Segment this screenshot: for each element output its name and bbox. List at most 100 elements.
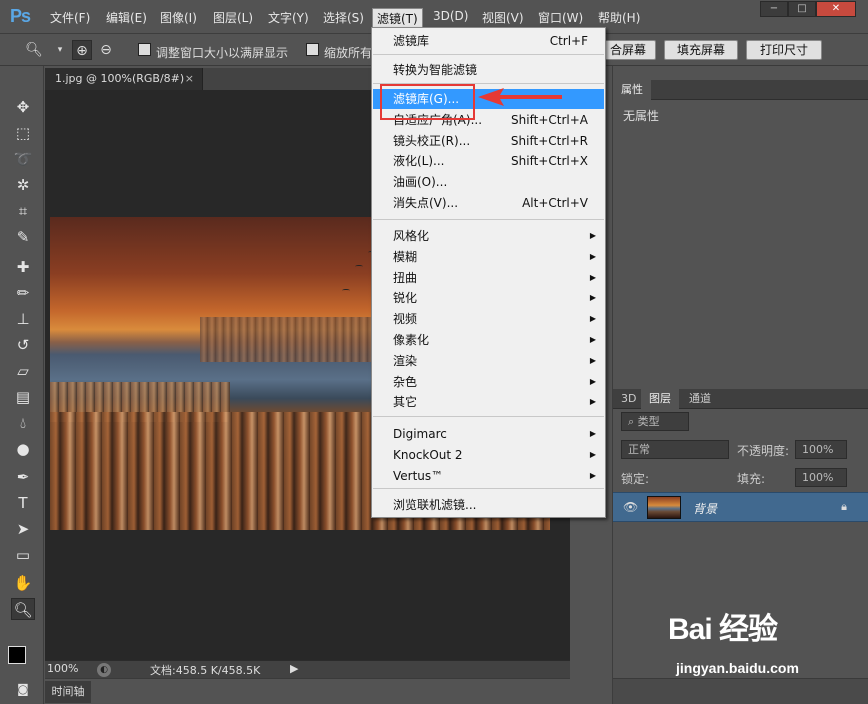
tab-layers[interactable]: 图层: [641, 389, 679, 409]
marquee-tool-icon[interactable]: ⬚: [11, 122, 35, 144]
close-tab-icon[interactable]: ×: [185, 68, 194, 90]
close-window-button[interactable]: ✕: [816, 1, 856, 17]
layer-row-background[interactable]: 👁︎ 背景 🔒︎: [613, 492, 868, 522]
shape-tool-icon[interactable]: ▭: [11, 544, 35, 566]
layer-filter-select[interactable]: ⌕ 类型: [621, 412, 689, 431]
clone-stamp-tool-icon[interactable]: ⊥: [11, 308, 35, 330]
menu-separator: [373, 416, 604, 417]
foreground-color-swatch[interactable]: [8, 646, 26, 664]
menu-separator: [373, 54, 604, 55]
menu-item-pixelate[interactable]: 像素化 ▶: [373, 330, 604, 350]
menu-item-vanishing-point[interactable]: 消失点(V)... Alt+Ctrl+V: [373, 193, 604, 213]
menu-item-video[interactable]: 视频 ▶: [373, 309, 604, 329]
menu-item-digimarc[interactable]: Digimarc ▶: [373, 424, 604, 444]
menu-item-label: 滤镜库: [393, 34, 430, 48]
crop-tool-icon[interactable]: ⌗: [11, 200, 35, 222]
menu-type[interactable]: 文字(Y): [268, 9, 309, 26]
zoom-all-checkbox[interactable]: [306, 43, 319, 56]
menu-view[interactable]: 视图(V): [482, 9, 524, 26]
menu-item-other[interactable]: 其它 ▶: [373, 392, 604, 412]
dodge-tool-icon[interactable]: ●: [11, 438, 35, 460]
menu-select[interactable]: 选择(S): [323, 9, 364, 26]
layer-name[interactable]: 背景: [693, 500, 717, 517]
move-tool-icon[interactable]: ✥: [11, 96, 35, 118]
menu-item-render[interactable]: 渲染 ▶: [373, 351, 604, 371]
menu-item-oil-paint[interactable]: 油画(O)...: [373, 172, 604, 192]
submenu-arrow-icon: ▶: [589, 231, 596, 240]
minimize-button[interactable]: −: [760, 1, 788, 17]
gradient-tool-icon[interactable]: ▤: [11, 386, 35, 408]
brush-tool-icon[interactable]: ✏: [11, 282, 35, 304]
opacity-field[interactable]: 100%: [795, 440, 847, 459]
properties-panel-body: 无属性: [613, 101, 868, 436]
menu-item-sharpen[interactable]: 锐化 ▶: [373, 288, 604, 308]
eraser-tool-icon[interactable]: ▱: [11, 360, 35, 382]
submenu-arrow-icon: ▶: [589, 397, 596, 407]
document-info: 文档:458.5 K/458.5K: [150, 664, 261, 677]
timeline-bar: 时间轴: [45, 678, 570, 704]
status-info-icon[interactable]: ◐: [97, 663, 111, 677]
menu-item-distort[interactable]: 扭曲 ▶: [373, 268, 604, 288]
menu-image[interactable]: 图像(I): [160, 9, 197, 26]
tab-3d[interactable]: 3D: [613, 389, 644, 409]
menu-item-convert-smart-filter[interactable]: 转换为智能滤镜: [373, 60, 604, 80]
hand-tool-icon[interactable]: ✋: [11, 572, 35, 594]
menu-separator: [373, 488, 604, 489]
blur-tool-icon[interactable]: 💧︎: [11, 412, 35, 434]
tool-preset-chevron-icon[interactable]: ▾: [50, 40, 70, 60]
annotation-arrow: [478, 88, 562, 106]
fit-screen-button[interactable]: 合屏幕: [600, 40, 656, 60]
menu-item-vertus[interactable]: Vertus™ ▶: [373, 466, 604, 486]
pen-tool-icon[interactable]: ✒: [11, 466, 35, 488]
fit-window-checkbox[interactable]: [138, 43, 151, 56]
opacity-label: 不透明度:: [737, 444, 790, 458]
menu-item-lens-correction[interactable]: 镜头校正(R)... Shift+Ctrl+R: [373, 131, 604, 151]
quick-mask-icon[interactable]: ◙: [11, 678, 35, 700]
visibility-eye-icon[interactable]: 👁︎: [623, 500, 638, 514]
zoom-in-icon[interactable]: ⊕: [72, 40, 92, 60]
menu-item-label: 其它: [393, 395, 418, 410]
menu-window[interactable]: 窗口(W): [538, 9, 583, 26]
menu-item-shortcut: Shift+Ctrl+X: [511, 154, 588, 169]
fill-screen-button[interactable]: 填充屏幕: [664, 40, 738, 60]
print-size-button[interactable]: 打印尺寸: [746, 40, 822, 60]
menu-item-browse-filters-online[interactable]: 浏览联机滤镜...: [373, 495, 604, 515]
tab-channels[interactable]: 通道: [681, 389, 719, 409]
blend-mode-select[interactable]: 正常: [621, 440, 729, 459]
zoom-out-icon[interactable]: ⊖: [96, 40, 116, 60]
status-bar: 100% ◐ 文档:458.5 K/458.5K ▶: [45, 660, 570, 678]
menu-3d[interactable]: 3D(D): [433, 9, 468, 23]
menu-edit[interactable]: 编辑(E): [106, 9, 147, 26]
menu-item-filter-gallery-last[interactable]: 滤镜库 Ctrl+F: [373, 31, 604, 51]
menu-file[interactable]: 文件(F): [50, 9, 90, 26]
menu-help[interactable]: 帮助(H): [598, 9, 640, 26]
document-tab[interactable]: 1.jpg @ 100%(RGB/8#) ×: [45, 68, 203, 90]
fill-label: 填充:: [737, 472, 766, 486]
photoshop-logo: Ps: [10, 6, 31, 26]
history-brush-tool-icon[interactable]: ↺: [11, 334, 35, 356]
zoom-tool-icon[interactable]: 🔍︎: [11, 598, 35, 620]
status-menu-arrow-icon[interactable]: ▶: [290, 662, 298, 675]
menu-item-label: 油画(O)...: [393, 175, 448, 190]
menu-item-blur[interactable]: 模糊 ▶: [373, 247, 604, 267]
zoom-level[interactable]: 100%: [47, 662, 78, 675]
healing-brush-tool-icon[interactable]: ✚: [11, 256, 35, 278]
menu-item-noise[interactable]: 杂色 ▶: [373, 372, 604, 392]
timeline-tab[interactable]: 时间轴: [45, 681, 91, 703]
fill-field[interactable]: 100%: [795, 468, 847, 487]
path-selection-tool-icon[interactable]: ➤: [11, 518, 35, 540]
menu-filter[interactable]: 滤镜(T): [372, 8, 423, 29]
menu-item-knockout-2[interactable]: KnockOut 2 ▶: [373, 445, 604, 465]
zoom-tool-icon[interactable]: 🔍︎: [24, 40, 44, 60]
menu-item-label: 风格化: [393, 229, 430, 243]
menu-item-stylize[interactable]: 风格化 ▶: [373, 226, 604, 246]
maximize-button[interactable]: □: [788, 1, 816, 17]
eyedropper-tool-icon[interactable]: ✎: [11, 226, 35, 248]
tab-properties[interactable]: 属性: [613, 80, 651, 100]
menu-item-liquify[interactable]: 液化(L)... Shift+Ctrl+X: [373, 151, 604, 171]
magic-wand-tool-icon[interactable]: ✲: [11, 174, 35, 196]
lasso-tool-icon[interactable]: ➰: [11, 148, 35, 170]
menu-item-shortcut: Shift+Ctrl+A: [511, 112, 588, 127]
menu-layer[interactable]: 图层(L): [213, 9, 253, 26]
type-tool-icon[interactable]: T: [11, 492, 35, 514]
